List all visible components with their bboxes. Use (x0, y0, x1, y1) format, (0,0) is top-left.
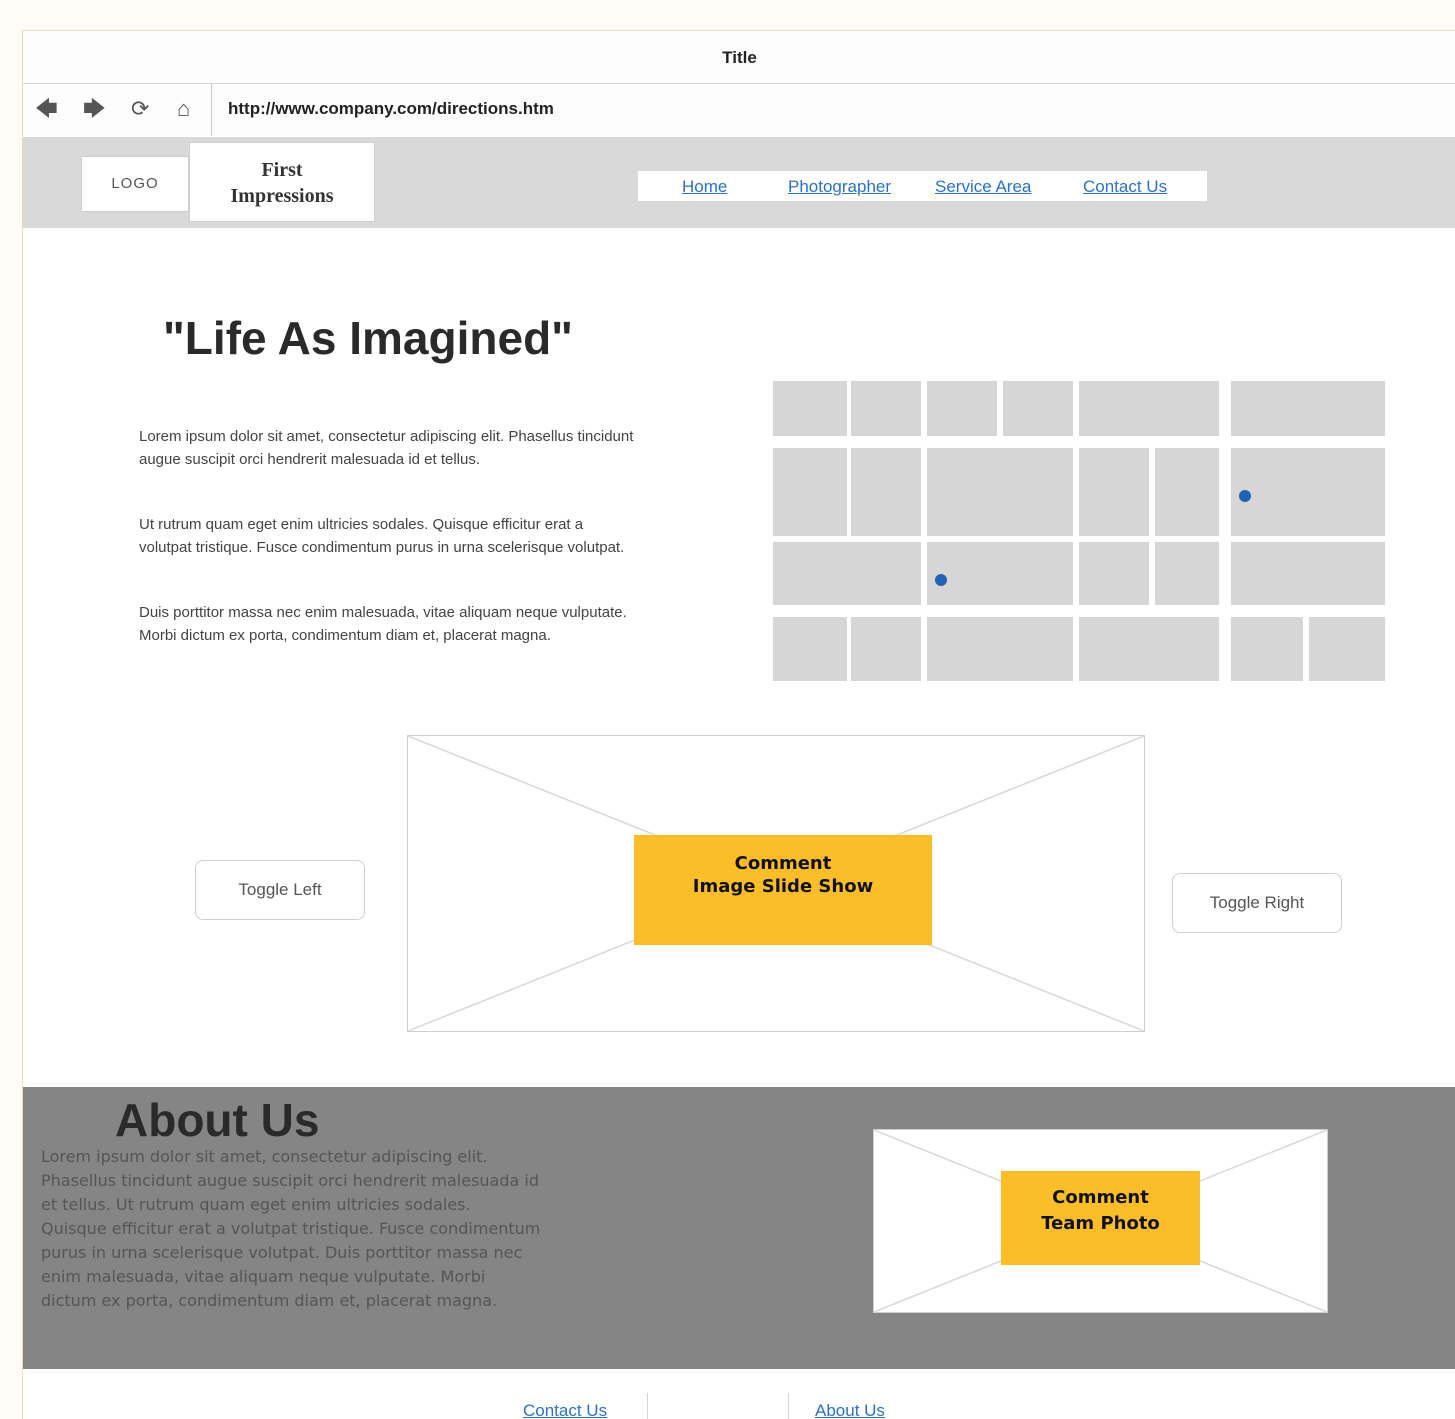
nav-contact-us[interactable]: Contact Us (1083, 177, 1167, 197)
map-block (1231, 448, 1385, 536)
map-block (851, 381, 921, 436)
url-field[interactable]: http://www.company.com/directions.htm (228, 99, 554, 119)
map-block (851, 617, 921, 681)
intro-paragraph: Duis porttitor massa nec enim malesuada,… (139, 604, 627, 644)
footer-divider (647, 1393, 648, 1419)
map-block (1079, 381, 1219, 436)
map-block (927, 381, 997, 436)
map-block (1309, 617, 1385, 681)
address-bar: 🡄 🡆 ⟳ ⌂ http://www.company.com/direction… (23, 84, 1455, 136)
site-header: LOGO First Impressions Home Photographer… (23, 137, 1455, 228)
brand-name: First Impressions (189, 142, 375, 222)
map-block (1231, 617, 1303, 681)
comment-label: Comment (734, 853, 832, 874)
brand-line-1: First (261, 159, 303, 181)
map-block (1003, 381, 1073, 436)
map-block (1155, 542, 1219, 605)
map-block (773, 448, 847, 536)
intro-paragraph: Lorem ipsum dolor sit amet, consectetur … (139, 428, 634, 468)
map-block (1155, 448, 1219, 536)
comment-label: Image Slide Show (692, 876, 874, 897)
about-title: About Us (115, 1094, 320, 1146)
home-icon[interactable]: ⌂ (177, 96, 190, 122)
refresh-icon[interactable]: ⟳ (131, 96, 149, 122)
browser-window: Title 🡄 🡆 ⟳ ⌂ http://www.company.com/dir… (22, 30, 1455, 1419)
map-pin-icon[interactable] (1239, 490, 1251, 502)
map-block (1231, 542, 1385, 605)
map-block (927, 542, 1073, 605)
main-nav: Home Photographer Service Area Contact U… (638, 171, 1207, 201)
title-bar: Title (23, 31, 1455, 84)
footer-about-us[interactable]: About Us (815, 1401, 885, 1419)
toggle-right-button[interactable]: Toggle Right (1172, 873, 1342, 933)
back-arrow-icon[interactable]: 🡄 (35, 96, 58, 122)
nav-home[interactable]: Home (682, 177, 727, 197)
slideshow-comment: Comment Image Slide Show (634, 835, 932, 945)
team-photo-comment: Comment Team Photo (1001, 1171, 1200, 1265)
map-block (773, 617, 847, 681)
comment-label: Comment (1052, 1187, 1149, 1208)
map-block (773, 381, 847, 436)
about-text: Lorem ipsum dolor sit amet, consectetur … (41, 1147, 541, 1310)
brand-line-2: Impressions (230, 185, 334, 207)
nav-photographer[interactable]: Photographer (788, 177, 891, 197)
window-title: Title (722, 48, 757, 67)
image-slideshow[interactable]: Comment Image Slide Show (407, 735, 1145, 1032)
logo[interactable]: LOGO (81, 156, 189, 212)
comment-label: Team Photo (1041, 1213, 1160, 1234)
nav-service-area[interactable]: Service Area (935, 177, 1031, 197)
map-pin-icon[interactable] (935, 574, 947, 586)
map-block (1231, 381, 1385, 436)
footer-divider (788, 1393, 789, 1419)
map-block (1079, 542, 1149, 605)
browser-nav-buttons: 🡄 🡆 ⟳ ⌂ (23, 84, 212, 136)
intro-paragraph: Ut rutrum quam eget enim ultricies sodal… (139, 516, 625, 556)
map-block (1079, 617, 1219, 681)
map-block (851, 448, 921, 536)
site-footer: Contact Us About Us (23, 1369, 1455, 1419)
map-block (927, 617, 1073, 681)
map-block (773, 542, 921, 605)
map-block (927, 448, 1073, 536)
forward-arrow-icon[interactable]: 🡆 (83, 96, 106, 122)
about-section: About Us Lorem ipsum dolor sit amet, con… (23, 1087, 1455, 1369)
toggle-left-button[interactable]: Toggle Left (195, 860, 365, 920)
service-area-map[interactable] (773, 381, 1385, 681)
map-block (1079, 448, 1149, 536)
footer-contact-us[interactable]: Contact Us (523, 1401, 607, 1419)
hero-headline: "Life As Imagined" (163, 312, 573, 364)
team-photo: Comment Team Photo (873, 1129, 1328, 1313)
